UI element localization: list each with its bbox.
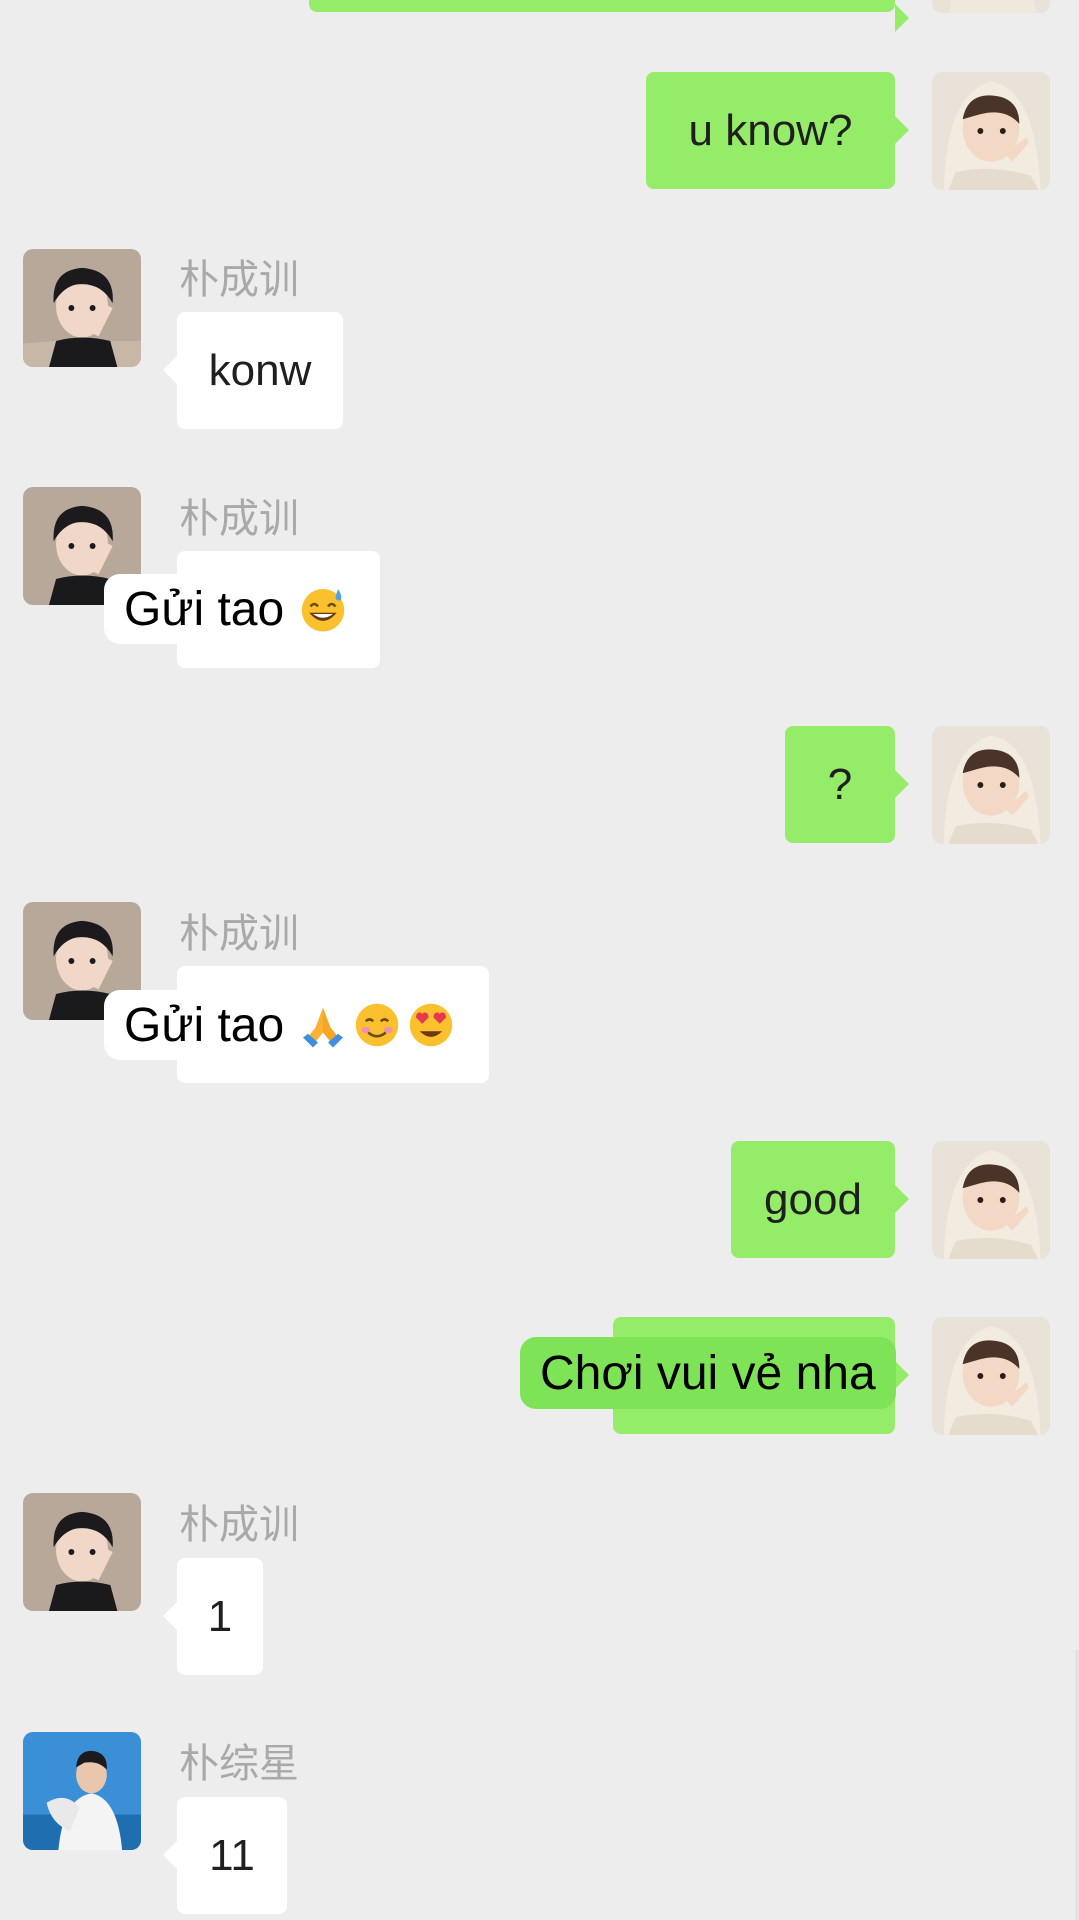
avatar-contact-b[interactable] [23,1732,141,1850]
sender-name: 朴综星 [179,1742,299,1786]
message-text: 1 [207,1591,233,1641]
avatar-self[interactable] [932,1317,1050,1435]
avatar-contact-a-image [23,249,141,367]
caption-text: Chơi vui vẻ nha [540,1346,876,1400]
message-bubble-outgoing[interactable]: good [731,1141,909,1258]
scrollbar[interactable] [1075,1650,1079,1920]
caption-overlay: Gửi tao [104,574,369,644]
avatar-contact-a[interactable] [23,249,141,367]
message-text: good [764,1174,862,1224]
heart-eyes-emoji [406,1000,456,1050]
message-bubble-outgoing[interactable]: ? [785,726,909,843]
avatar-contact-b-image [23,1732,141,1850]
sweat-smile-emoji [298,584,348,634]
message-bubble-incoming[interactable]: 1 [163,1558,263,1675]
avatar-contact-a[interactable] [23,1493,141,1611]
avatar-self[interactable] [932,72,1050,190]
message-bubble-partial[interactable] [309,0,909,32]
chat-message-list[interactable]: u know? 朴成训 konw 朴成训 Gửi tao ? 朴成训 Gửi t… [0,0,1079,1920]
sender-name: 朴成训 [179,1503,299,1547]
caption-text: Gửi tao [124,998,285,1052]
avatar-self[interactable] [932,0,1050,13]
avatar-contact-a-image [23,1493,141,1611]
message-bubble-outgoing[interactable]: u know? [646,72,909,189]
sender-name: 朴成训 [179,912,299,956]
avatar-self-image [932,726,1050,844]
caption-overlay: Gửi tao [104,990,477,1060]
avatar-self[interactable] [932,1141,1050,1259]
sender-name: 朴成训 [179,497,299,541]
message-text: konw [208,345,312,395]
message-text: 11 [209,1830,255,1880]
message-text: u know? [688,105,853,155]
message-bubble-incoming[interactable]: 11 [163,1797,287,1914]
sender-name: 朴成训 [179,258,299,302]
folded-hands-emoji [298,1000,348,1050]
message-text: ? [827,759,853,809]
avatar-self-image [932,0,1050,13]
message-bubble-incoming[interactable]: konw [163,312,343,429]
smiling-face-emoji [352,1000,402,1050]
caption-overlay: Chơi vui vẻ nha [520,1337,896,1409]
avatar-self[interactable] [932,726,1050,844]
avatar-self-image [932,1141,1050,1259]
avatar-self-image [932,72,1050,190]
caption-text: Gửi tao [124,582,285,636]
avatar-self-image [932,1317,1050,1435]
